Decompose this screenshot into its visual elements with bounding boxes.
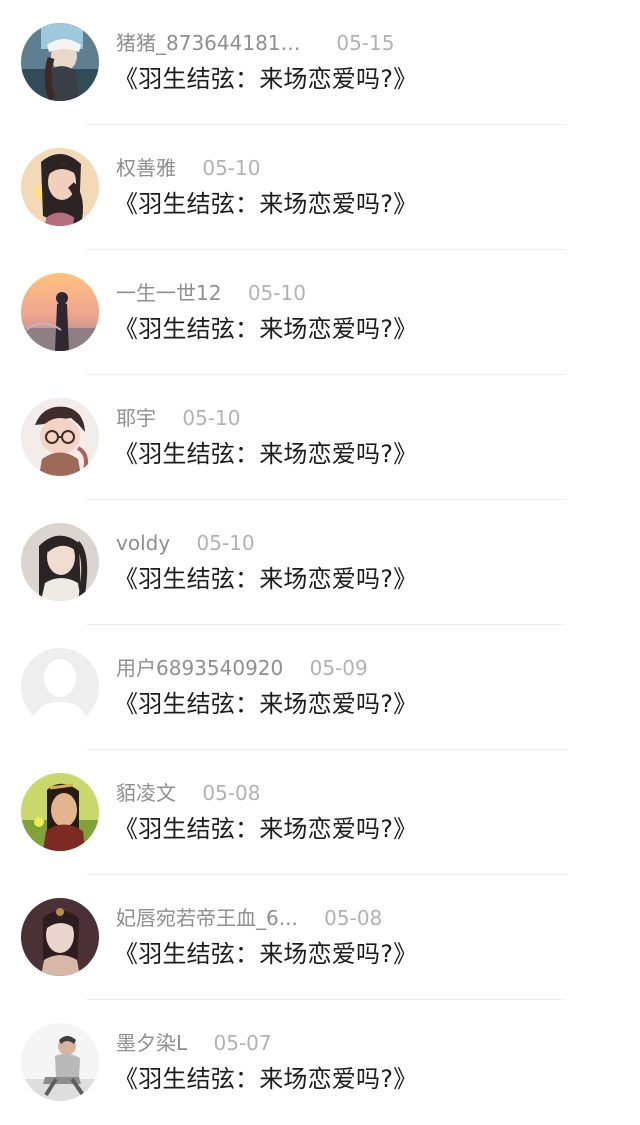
avatar[interactable] bbox=[21, 273, 99, 351]
article-title[interactable]: 《羽生结弦：来场恋爱吗?》 bbox=[114, 62, 417, 96]
avatar[interactable] bbox=[21, 773, 99, 851]
avatar[interactable] bbox=[21, 898, 99, 976]
list-item[interactable]: 猪猪_8736441812... 05-15 《羽生结弦：来场恋爱吗?》 bbox=[0, 0, 640, 125]
avatar[interactable] bbox=[21, 398, 99, 476]
avatar-photo-icon bbox=[21, 773, 99, 851]
username[interactable]: 权善雅 bbox=[116, 154, 176, 182]
article-title[interactable]: 《羽生结弦：来场恋爱吗?》 bbox=[114, 187, 417, 221]
username[interactable]: voldy bbox=[116, 529, 170, 557]
avatar-photo-icon bbox=[21, 148, 99, 226]
avatar[interactable] bbox=[21, 148, 99, 226]
date: 05-08 bbox=[324, 906, 383, 930]
item-meta: 貊凌文 05-08 bbox=[116, 779, 260, 807]
username[interactable]: 用户6893540920 bbox=[116, 654, 283, 682]
avatar[interactable] bbox=[21, 23, 99, 101]
date: 05-09 bbox=[309, 656, 368, 680]
date: 05-08 bbox=[202, 781, 261, 805]
avatar-photo-icon bbox=[21, 898, 99, 976]
list-item[interactable]: 用户6893540920 05-09 《羽生结弦：来场恋爱吗?》 bbox=[0, 625, 640, 750]
username[interactable]: 妃唇宛若帝王血_6... bbox=[116, 904, 298, 932]
list-item[interactable]: 貊凌文 05-08 《羽生结弦：来场恋爱吗?》 bbox=[0, 750, 640, 875]
avatar-photo-icon bbox=[21, 273, 99, 351]
list-item[interactable]: 权善雅 05-10 《羽生结弦：来场恋爱吗?》 bbox=[0, 125, 640, 250]
avatar[interactable] bbox=[21, 523, 99, 601]
article-title[interactable]: 《羽生结弦：来场恋爱吗?》 bbox=[114, 812, 417, 846]
avatar-photo-icon bbox=[21, 523, 99, 601]
article-title[interactable]: 《羽生结弦：来场恋爱吗?》 bbox=[114, 562, 417, 596]
article-title[interactable]: 《羽生结弦：来场恋爱吗?》 bbox=[114, 437, 417, 471]
avatar-photo-icon bbox=[21, 398, 99, 476]
username[interactable]: 猪猪_8736441812... bbox=[116, 29, 310, 57]
date: 05-07 bbox=[213, 1031, 272, 1055]
item-meta: voldy 05-10 bbox=[116, 529, 255, 557]
article-title[interactable]: 《羽生结弦：来场恋爱吗?》 bbox=[114, 937, 417, 971]
item-meta: 权善雅 05-10 bbox=[116, 154, 260, 182]
article-title[interactable]: 《羽生结弦：来场恋爱吗?》 bbox=[114, 1062, 417, 1096]
avatar[interactable] bbox=[21, 1023, 99, 1101]
date: 05-10 bbox=[202, 156, 261, 180]
date: 05-10 bbox=[247, 281, 306, 305]
item-meta: 耶宇 05-10 bbox=[116, 404, 240, 432]
date: 05-15 bbox=[336, 31, 395, 55]
list-item[interactable]: voldy 05-10 《羽生结弦：来场恋爱吗?》 bbox=[0, 500, 640, 625]
avatar[interactable] bbox=[21, 648, 99, 726]
default-user-icon bbox=[21, 648, 99, 726]
username[interactable]: 貊凌文 bbox=[116, 779, 176, 807]
list-item[interactable]: 墨夕染L 05-07 《羽生结弦：来场恋爱吗?》 bbox=[0, 1000, 640, 1125]
date: 05-10 bbox=[182, 406, 241, 430]
avatar-photo-icon bbox=[21, 1023, 99, 1101]
item-meta: 猪猪_8736441812... 05-15 bbox=[116, 29, 394, 57]
username[interactable]: 一生一世12 bbox=[116, 279, 221, 307]
date: 05-10 bbox=[196, 531, 255, 555]
list-item[interactable]: 耶宇 05-10 《羽生结弦：来场恋爱吗?》 bbox=[0, 375, 640, 500]
item-meta: 妃唇宛若帝王血_6... 05-08 bbox=[116, 904, 382, 932]
item-meta: 一生一世12 05-10 bbox=[116, 279, 306, 307]
list-item[interactable]: 妃唇宛若帝王血_6... 05-08 《羽生结弦：来场恋爱吗?》 bbox=[0, 875, 640, 1000]
notification-list: 猪猪_8736441812... 05-15 《羽生结弦：来场恋爱吗?》 权善雅… bbox=[0, 0, 640, 1125]
avatar-photo-icon bbox=[21, 23, 99, 101]
item-meta: 用户6893540920 05-09 bbox=[116, 654, 368, 682]
article-title[interactable]: 《羽生结弦：来场恋爱吗?》 bbox=[114, 312, 417, 346]
article-title[interactable]: 《羽生结弦：来场恋爱吗?》 bbox=[114, 687, 417, 721]
list-item[interactable]: 一生一世12 05-10 《羽生结弦：来场恋爱吗?》 bbox=[0, 250, 640, 375]
username[interactable]: 墨夕染L bbox=[116, 1029, 187, 1057]
username[interactable]: 耶宇 bbox=[116, 404, 156, 432]
item-meta: 墨夕染L 05-07 bbox=[116, 1029, 272, 1057]
